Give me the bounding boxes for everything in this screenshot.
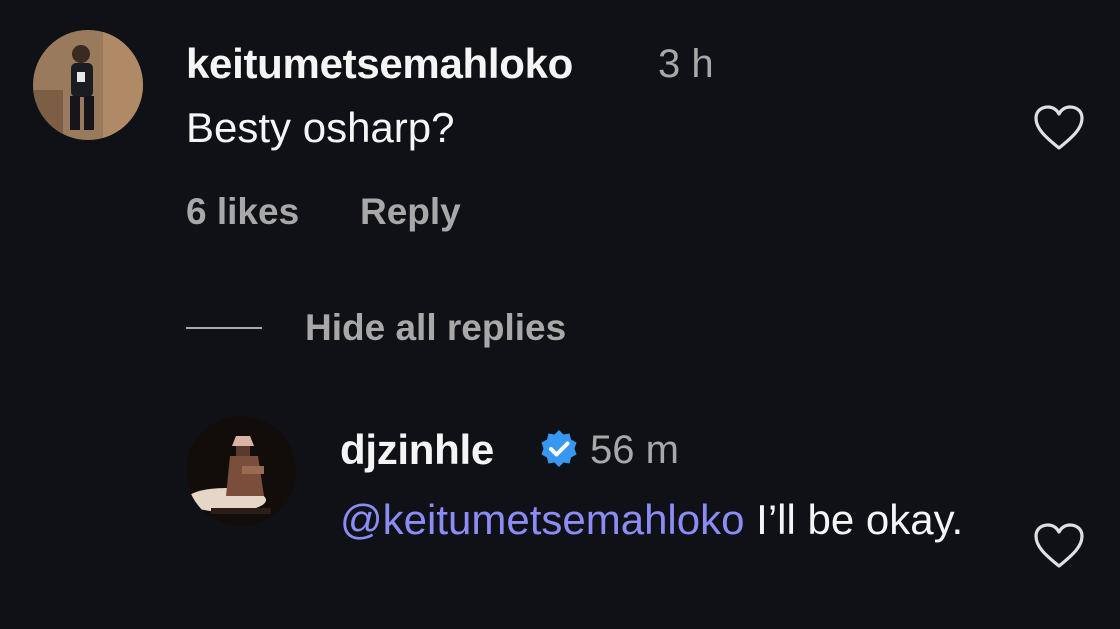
reply-username[interactable]: djzinhle [340,426,494,474]
comment-text: Besty osharp? [186,104,455,151]
avatar[interactable] [33,30,143,140]
comment-timestamp: 3 h [658,42,714,86]
hide-replies-button[interactable]: Hide all replies [305,307,566,349]
mention-link[interactable]: @keitumetsemahloko [340,496,744,543]
heart-icon[interactable] [1032,104,1086,152]
replies-divider [186,327,262,329]
comments-panel: keitumetsemahloko 3 h Besty osharp? 6 li… [0,0,1120,629]
reply-button[interactable]: Reply [360,191,461,233]
avatar[interactable] [186,416,296,526]
reply-timestamp: 56 m [590,428,679,472]
reply-text: @keitumetsemahloko I’ll be okay. [340,490,1000,550]
comment-username[interactable]: keitumetsemahloko [186,40,573,88]
verified-badge-icon [538,428,580,470]
reply-message: I’ll be okay. [744,496,964,543]
heart-icon[interactable] [1032,522,1086,570]
comment-likes-count[interactable]: 6 likes [186,191,299,233]
